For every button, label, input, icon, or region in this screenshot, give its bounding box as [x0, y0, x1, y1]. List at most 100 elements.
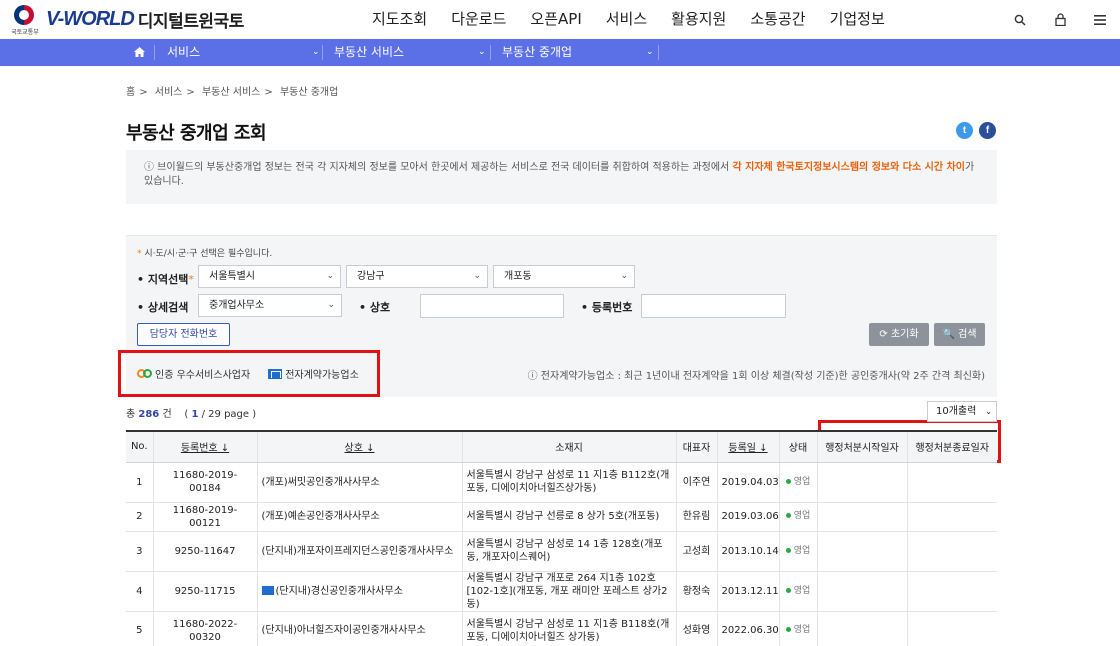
reset-button[interactable]: ⟳ 초기화	[869, 323, 929, 346]
cell-reg-number: 11680-2019-00121	[152, 502, 257, 532]
chevron-down-icon[interactable]: ⌄	[478, 39, 486, 66]
logo-text: V-WORLD	[46, 7, 135, 30]
nav-divider	[154, 45, 155, 60]
status-dot-icon	[785, 547, 791, 553]
menu-download[interactable]: 다운로드	[439, 0, 518, 39]
contact-phone-button[interactable]: 담당자 전화번호	[137, 323, 230, 346]
cell-no: 5	[126, 611, 153, 646]
table-row[interactable]: 5 11680-2022-00320 (단지내)아너힐즈자이공인중개사사무소 서울특별…	[126, 611, 997, 646]
cell-representative: 한유림	[675, 502, 717, 532]
ministry-name: 국토교통부	[11, 29, 39, 36]
table-row[interactable]: 3 9250-11647 (단지내)개포자이프레지던스공인중개사사무소 서울특별시 강…	[126, 531, 997, 572]
status-dot-icon	[785, 478, 791, 484]
cell-sanction-start	[816, 611, 907, 646]
nav-level3[interactable]: 부동산 중개업	[502, 39, 572, 66]
home-icon[interactable]	[134, 39, 145, 66]
cell-reg-number: 11680-2019-00184	[152, 462, 257, 503]
required-note: * 시·도/시·군·구 선택은 필수입니다.	[137, 249, 273, 259]
twitter-icon[interactable]: t	[956, 122, 973, 139]
nav-divider	[658, 45, 659, 60]
cell-sanction-start	[816, 571, 907, 612]
cell-reg-date: 2013.10.14	[716, 531, 779, 572]
cell-sanction-end	[906, 462, 997, 503]
col-no: No.	[126, 430, 153, 463]
chevron-down-icon[interactable]: ⌄	[312, 39, 320, 66]
col-sanction-end: 행정처분종료일자	[906, 430, 997, 463]
breadcrumb-service[interactable]: 서비스	[155, 87, 183, 98]
cell-sanction-end	[906, 571, 997, 612]
sigungu-select[interactable]: 강남구 ⌄	[346, 265, 488, 288]
cell-no: 3	[126, 531, 153, 572]
menu-support[interactable]: 활용지원	[659, 0, 738, 39]
name-input[interactable]	[420, 294, 564, 318]
search-icon[interactable]	[1000, 0, 1040, 39]
menu-open-api[interactable]: 오픈API	[518, 0, 593, 39]
logo-korean: 디지털트윈국토	[137, 11, 244, 32]
breadcrumb: 홈 > 서비스 > 부동산 서비스 > 부동산 중개업	[126, 87, 339, 98]
table-row[interactable]: 2 11680-2019-00121 (개포)예손공인중개사사무소 서울특별시 강남구…	[126, 502, 997, 532]
top-header: 국토교통부 V-WORLD 디지털트윈국토 지도조회 다운로드 오픈API 서비…	[0, 0, 1120, 39]
facebook-icon[interactable]: f	[979, 122, 996, 139]
nav-level1[interactable]: 서비스	[167, 39, 200, 66]
utility-icons	[1000, 0, 1120, 39]
status-dot-icon	[785, 513, 791, 518]
col-representative: 대표자	[675, 430, 717, 463]
ministry-logo[interactable]: 국토교통부	[8, 4, 40, 36]
ministry-seal-icon	[14, 5, 34, 25]
cell-address: 서울특별시 강남구 삼성로 14 1층 128호(개포동, 개포자이스퀘어)	[461, 531, 676, 572]
cell-name[interactable]: (개포)예손공인중개사사무소	[256, 502, 462, 532]
cell-name[interactable]: (단지내)아너힐즈자이공인중개사사무소	[256, 611, 462, 646]
cell-name[interactable]: (단지내)개포자이프레지던스공인중개사사무소	[256, 531, 462, 572]
col-name[interactable]: 상호 ↓	[256, 430, 462, 463]
cell-sanction-end	[906, 502, 997, 532]
col-status: 상태	[778, 430, 817, 463]
breadcrumb-realestate[interactable]: 부동산 서비스	[202, 87, 260, 98]
cell-reg-number: 9250-11647	[152, 531, 257, 572]
site-logo[interactable]: V-WORLD 디지털트윈국토	[46, 7, 244, 32]
menu-community[interactable]: 소통공간	[738, 0, 817, 39]
main-menu: 지도조회 다운로드 오픈API 서비스 활용지원 소통공간 기업정보	[360, 0, 897, 39]
nav-divider	[490, 45, 491, 60]
detail-label: • 상세검색	[137, 301, 189, 314]
chevron-down-icon: ⌄	[473, 271, 481, 281]
name-label: • 상호	[359, 301, 391, 314]
col-reg-date[interactable]: 등록일 ↓	[716, 430, 779, 463]
cell-reg-date: 2022.06.30	[716, 611, 779, 646]
cell-status: 영업	[778, 611, 817, 646]
search-button[interactable]: 🔍 검색	[934, 323, 985, 346]
menu-map-view[interactable]: 지도조회	[360, 0, 439, 39]
cell-representative: 성화영	[675, 611, 717, 646]
cell-status: 영업	[778, 462, 817, 503]
nav-divider	[322, 45, 323, 60]
dong-select[interactable]: 개포동 ⌄	[493, 265, 635, 288]
chevron-down-icon[interactable]: ⌄	[646, 39, 654, 66]
menu-service[interactable]: 서비스	[594, 0, 659, 39]
breadcrumb-brokerage: 부동산 중개업	[279, 87, 339, 98]
cell-name[interactable]: (단지내)경신공인중개사사무소	[256, 571, 462, 612]
breadcrumb-home[interactable]: 홈	[126, 87, 135, 98]
detail-type-select[interactable]: 중개업사무소 ⌄	[198, 294, 342, 317]
cell-status: 영업	[778, 571, 817, 612]
reg-number-input[interactable]	[641, 294, 786, 318]
per-page-select[interactable]: 10개출력 ⌄	[927, 401, 997, 422]
cell-name[interactable]: (개포)써밋공인중개사사무소	[256, 462, 462, 503]
econtract-house-icon	[261, 586, 274, 595]
table-row[interactable]: 1 11680-2019-00184 (개포)써밋공인중개사사무소 서울특별시 강남구…	[126, 462, 997, 503]
menu-icon[interactable]	[1080, 0, 1120, 39]
page-title: 부동산 중개업 조회	[126, 123, 267, 144]
nav-level2[interactable]: 부동산 서비스	[334, 39, 404, 66]
cell-representative: 황정숙	[675, 571, 717, 612]
cell-sanction-end	[906, 611, 997, 646]
col-address: 소재지	[461, 430, 676, 463]
reg-number-label: • 등록번호	[581, 301, 633, 314]
cell-no: 4	[126, 571, 153, 612]
cell-address: 서울특별시 강남구 삼성로 11 지1층 B118호(개포동, 디에이치아너힐즈…	[461, 611, 676, 646]
lock-icon[interactable]	[1040, 0, 1080, 39]
col-reg-number[interactable]: 등록번호 ↓	[152, 430, 257, 463]
table-row[interactable]: 4 9250-11715 (단지내)경신공인중개사사무소 서울특별시 강남구 개포로 …	[126, 571, 997, 612]
sido-select[interactable]: 서울특별시 ⌄	[198, 265, 341, 288]
status-dot-icon	[785, 587, 791, 593]
status-dot-icon	[785, 627, 791, 632]
menu-company[interactable]: 기업정보	[818, 0, 897, 39]
chevron-down-icon: ⌄	[326, 271, 334, 281]
